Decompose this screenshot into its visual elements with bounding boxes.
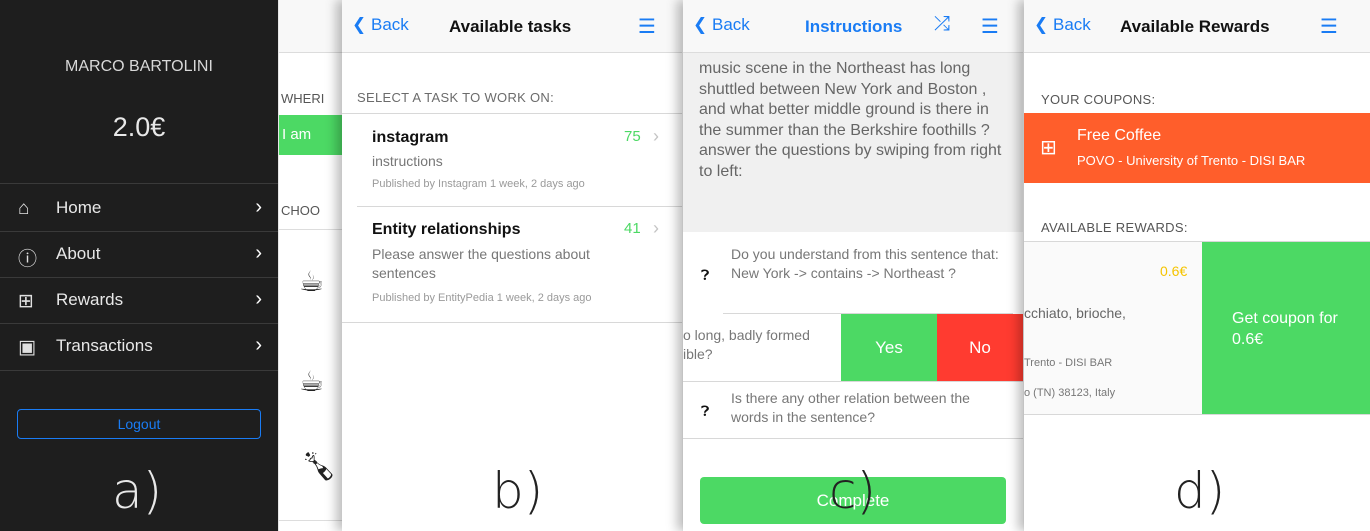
chevron-right-icon: › <box>255 288 262 310</box>
where-label: WHERI <box>281 91 325 106</box>
menu-item-label: About <box>56 244 101 263</box>
chevron-right-icon: › <box>653 126 659 146</box>
page-title: Instructions <box>805 17 903 36</box>
chevron-right-icon: › <box>653 218 659 238</box>
cash-icon: ▣ <box>18 337 36 358</box>
question-item-1[interactable]: ❓︎ Do you understand from this sentence … <box>683 233 1023 313</box>
info-icon: ⓘ <box>18 249 38 270</box>
yes-label: Yes <box>875 338 903 357</box>
back-button[interactable]: ❮ Back <box>1034 15 1091 35</box>
back-label: Back <box>370 15 409 34</box>
menu-item-rewards[interactable]: ⊞ Rewards › <box>0 278 278 324</box>
coupon-card[interactable]: ⊞ Free Coffee POVO - University of Trent… <box>1024 113 1370 183</box>
section-header: SELECT A TASK TO WORK ON: <box>357 90 555 105</box>
nav-bar: ❮ Back Instructions ⤮ ☰ <box>683 0 1023 53</box>
question-item-3[interactable]: ❓︎ Is there any other relation between t… <box>683 382 1023 438</box>
figure-label-a: a) <box>112 462 163 520</box>
page-title: Available tasks <box>449 17 572 36</box>
reward-price: 0.6€ <box>1160 263 1188 279</box>
list-icon[interactable]: ☰ <box>1320 14 1338 39</box>
menu-item-transactions[interactable]: ▣ Transactions › <box>0 324 278 370</box>
reward-place-partial: Trento - DISI BAR <box>1024 357 1113 369</box>
question-text: Is there any other relation between the … <box>731 390 970 425</box>
logout-button[interactable]: Logout <box>17 409 261 439</box>
your-coupons-header: YOUR COUPONS: <box>1041 92 1156 107</box>
balance: 2.0€ <box>112 112 166 142</box>
no-button[interactable]: No <box>937 314 1023 381</box>
chevron-right-icon: › <box>255 242 262 264</box>
task-title: Entity relationships <box>372 221 521 238</box>
task-item-instagram[interactable]: instagram 75 › instructions Published by… <box>342 114 682 206</box>
main-screen-sliver: WHERI I am CHOO ☕ ☕ 🍾︎ <box>278 0 343 531</box>
question-text: Do you understand from this sentence tha… <box>731 246 999 281</box>
task-description: Please answer the questions about senten… <box>372 246 590 281</box>
get-coupon-label: Get coupon for 0.6€ <box>1232 310 1338 348</box>
shuffle-icon[interactable]: ⤮ <box>934 13 950 36</box>
yes-button[interactable]: Yes <box>841 314 937 381</box>
menu-item-about[interactable]: ⓘ About › <box>0 232 278 278</box>
available-rewards-header: AVAILABLE REWARDS: <box>1041 220 1188 235</box>
user-name: MARCO BARTOLINI <box>65 58 213 75</box>
instructions-screen: music scene in the Northeast has long sh… <box>683 0 1023 531</box>
back-label: Back <box>1052 15 1091 34</box>
reward-item-swiped[interactable]: 0.6€ cchiato, brioche, Trento - DISI BAR… <box>1024 242 1370 414</box>
chevron-right-icon: › <box>255 196 262 218</box>
instructions-block: music scene in the Northeast has long sh… <box>683 52 1023 232</box>
menu-item-label: Transactions <box>56 336 153 355</box>
list-icon[interactable]: ☰ <box>638 14 656 39</box>
figure-label-c: c) <box>829 462 876 520</box>
chevron-left-icon: ❮ <box>693 15 708 34</box>
reward-address-partial: o (TN) 38123, Italy <box>1024 387 1116 399</box>
help-icon: ❓︎ <box>701 267 710 283</box>
nav-bar: ❮ Back Available Rewards ☰ <box>1024 0 1370 53</box>
list-icon[interactable]: ☰ <box>981 14 999 39</box>
back-button[interactable]: ❮ Back <box>693 15 750 35</box>
coffee-cup-icon[interactable]: ☕ <box>299 265 324 298</box>
logout-label: Logout <box>117 416 161 432</box>
question-item-2-swiped[interactable]: o long, badly formed ible? Yes No <box>683 314 1023 381</box>
figure-label-d: d) <box>1174 462 1226 520</box>
available-rewards-screen: ❮ Back Available Rewards ☰ YOUR COUPONS:… <box>1024 0 1370 531</box>
chevron-left-icon: ❮ <box>352 15 367 34</box>
home-icon: ⌂ <box>18 198 30 219</box>
iam-label: I am <box>282 126 312 143</box>
coupon-title: Free Coffee <box>1077 127 1162 144</box>
figure-label-b: b) <box>492 462 544 520</box>
question-text-partial: o long, badly formed ible? <box>683 327 810 362</box>
bottle-icon[interactable]: 🍾︎ <box>301 450 337 483</box>
task-points: 75 <box>624 128 641 145</box>
menu-item-label: Home <box>56 198 102 217</box>
menu-item-home[interactable]: ⌂ Home › <box>0 186 278 232</box>
side-menu-panel: MARCO BARTOLINI 2.0€ ⌂ Home › ⓘ About › … <box>0 0 278 531</box>
no-label: No <box>969 338 991 357</box>
available-tasks-screen: ❮ Back Available tasks ☰ SELECT A TASK T… <box>342 0 682 531</box>
page-title: Available Rewards <box>1120 17 1270 36</box>
mug-icon[interactable]: ☕ <box>299 365 324 398</box>
instructions-text: music scene in the Northeast has long sh… <box>699 60 1002 180</box>
chevron-right-icon: › <box>255 334 262 356</box>
reward-description-partial: cchiato, brioche, <box>1024 305 1126 321</box>
task-published: Published by Instagram 1 week, 2 days ag… <box>372 178 585 190</box>
help-icon: ❓︎ <box>701 403 710 419</box>
iam-button[interactable]: I am <box>279 115 343 155</box>
task-description: instructions <box>372 153 443 169</box>
task-item-entity-relationships[interactable]: Entity relationships 41 › Please answer … <box>342 207 682 322</box>
get-coupon-button[interactable]: Get coupon for 0.6€ <box>1202 242 1370 414</box>
nav-bar: ❮ Back Available tasks ☰ <box>342 0 682 53</box>
gift-icon: ⊞ <box>18 291 34 312</box>
task-title: instagram <box>372 129 449 146</box>
task-published: Published by EntityPedia 1 week, 2 days … <box>372 292 592 304</box>
choose-label: CHOO <box>281 203 320 218</box>
task-points: 41 <box>624 220 641 237</box>
back-button[interactable]: ❮ Back <box>352 15 409 35</box>
chevron-left-icon: ❮ <box>1034 15 1049 34</box>
menu-item-label: Rewards <box>56 290 124 309</box>
back-label: Back <box>711 15 750 34</box>
gift-icon: ⊞ <box>1040 137 1057 159</box>
coupon-place: POVO - University of Trento - DISI BAR <box>1077 153 1306 168</box>
